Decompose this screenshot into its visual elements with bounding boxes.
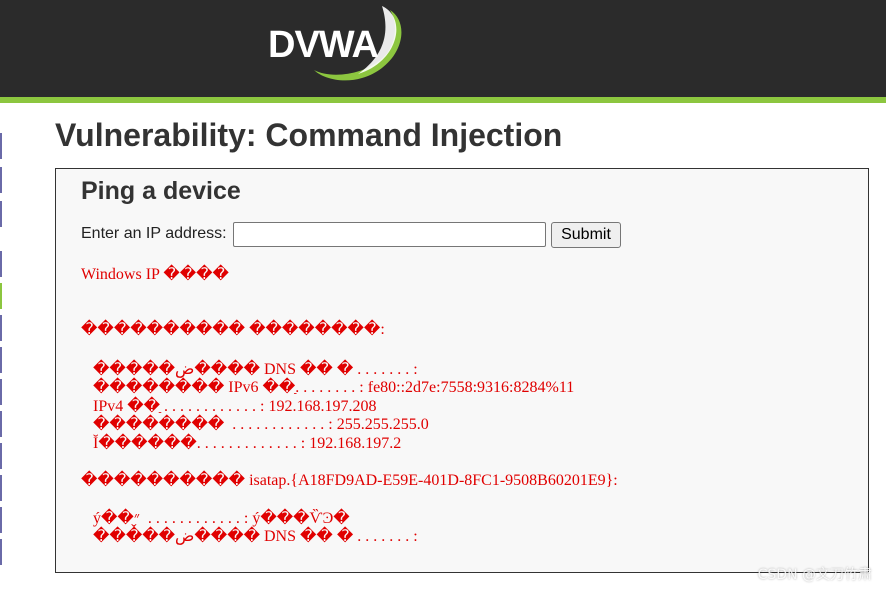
ip-address-input[interactable]: [233, 222, 546, 247]
header-stripe: [0, 97, 886, 103]
output-line: IPv4 ��ַ . . . . . . . . . . . . : 192.1…: [81, 398, 377, 415]
page-title: Vulnerability: Command Injection: [55, 117, 563, 153]
output-line: Windows IP ����: [81, 266, 229, 283]
dvwa-logo[interactable]: DVWA: [262, 4, 412, 86]
output-line: �����ض���� DNS �� � . . . . . . . :: [81, 361, 418, 378]
output-line: ý��״̬ . . . . . . . . . . . . : ý���ѶϿ�: [81, 510, 350, 527]
rail-marker: [0, 539, 2, 565]
panel-heading: Ping a device: [81, 177, 241, 205]
output-line: �����ض���� DNS �� � . . . . . . . :: [81, 528, 418, 545]
rail-marker: [0, 315, 2, 341]
rail-marker: [0, 475, 2, 501]
header-bar: DVWA: [0, 0, 886, 97]
logo-text: DVWA: [268, 24, 379, 66]
output-line: ���������� isatap.{A18FD9AD-E59E-401D-8F…: [81, 472, 618, 489]
rail-marker-active: [0, 283, 2, 309]
left-nav-rail: [0, 103, 4, 591]
rail-marker: [0, 251, 2, 277]
rail-marker: [0, 133, 2, 159]
output-line: Ĭ������. . . . . . . . . . . . . : 192.1…: [81, 435, 402, 452]
rail-marker: [0, 379, 2, 405]
ip-address-label: Enter an IP address:: [81, 225, 227, 242]
rail-marker: [0, 167, 2, 193]
rail-marker: [0, 443, 2, 469]
submit-button[interactable]: Submit: [551, 222, 621, 248]
output-line: �������� IPv6 ��ַ. . . . . . . . : fe80:…: [81, 379, 575, 396]
rail-marker: [0, 201, 2, 227]
ping-panel: Ping a device Enter an IP address: Submi…: [55, 168, 869, 573]
rail-marker: [0, 507, 2, 533]
output-line: ���������� ��������:: [81, 321, 385, 338]
rail-marker: [0, 411, 2, 437]
csdn-watermark: CSDN @文刀竹肃: [757, 567, 872, 583]
rail-marker: [0, 347, 2, 373]
output-line: �������� . . . . . . . . . . . . : 255.2…: [81, 416, 429, 433]
